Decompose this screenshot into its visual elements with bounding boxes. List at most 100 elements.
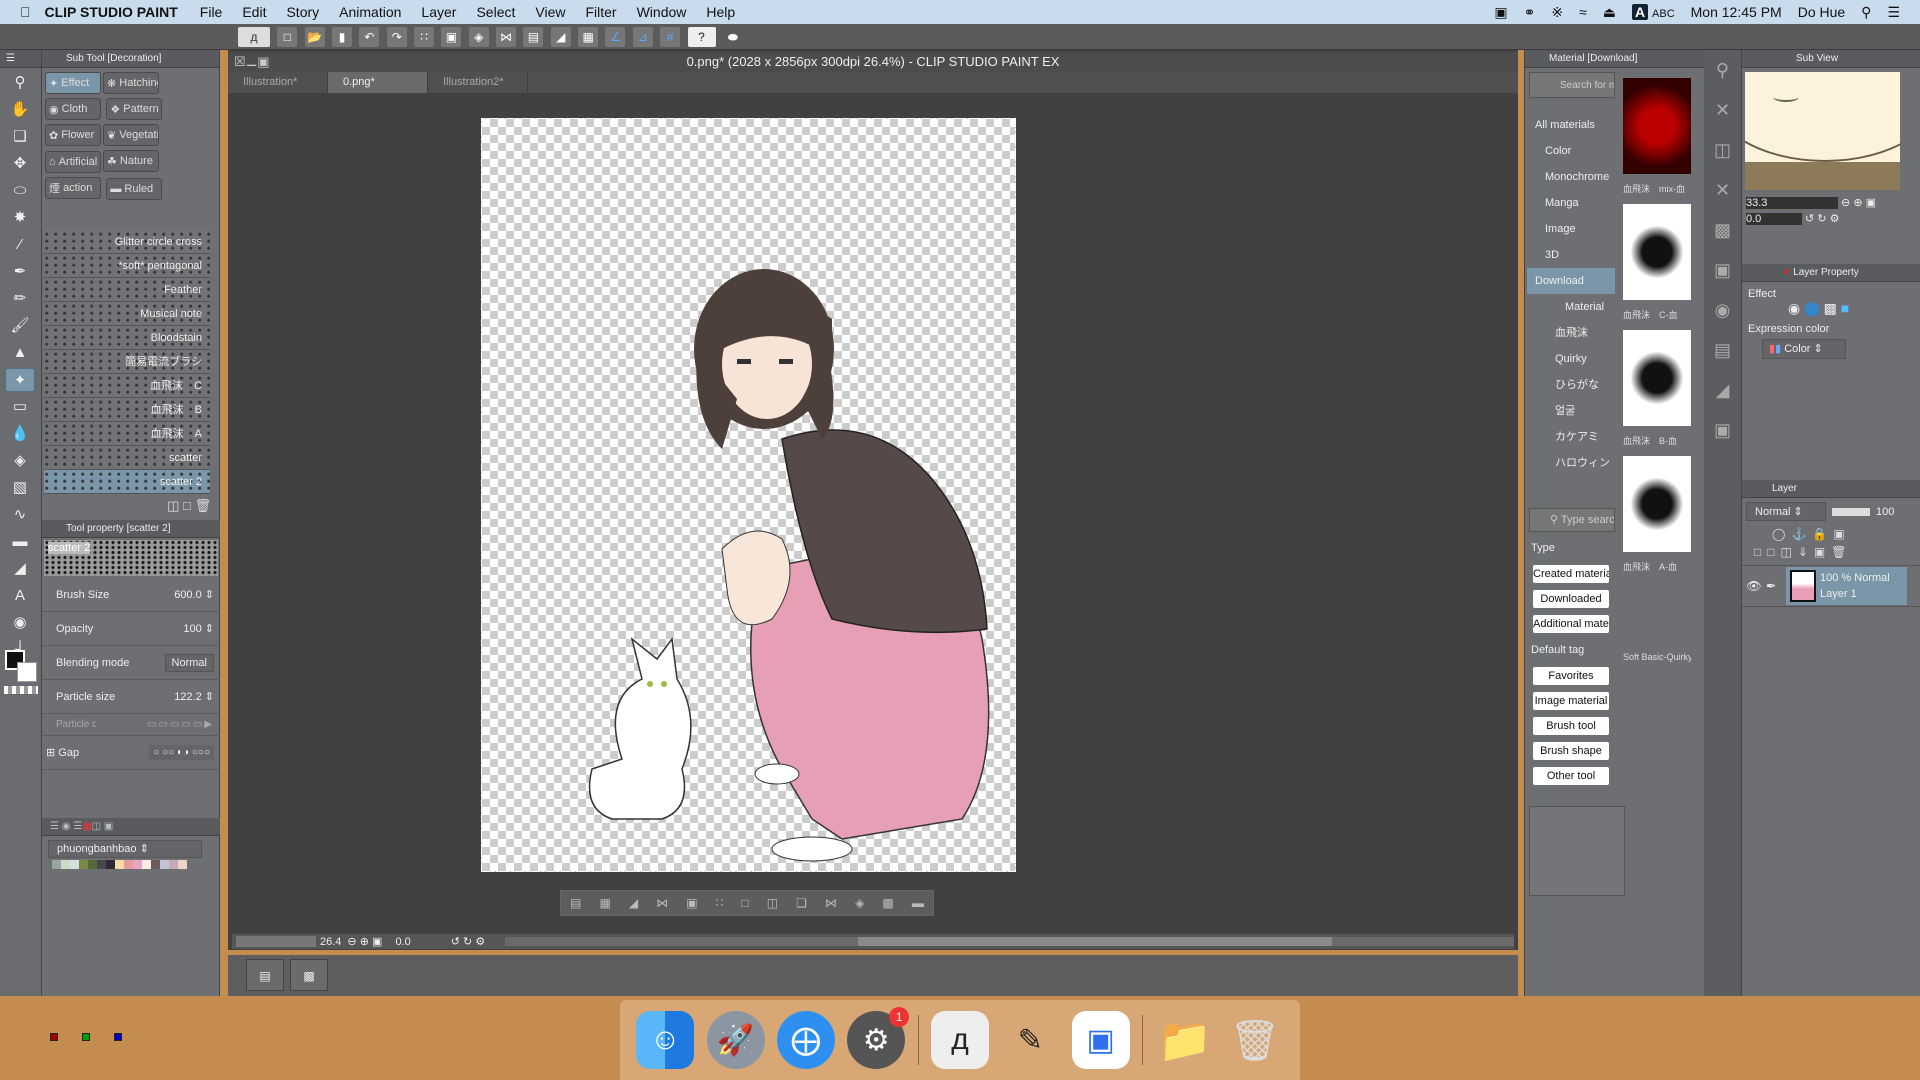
window-controls-icon[interactable]: ☒⚊▣ (234, 52, 270, 72)
blending-mode-select[interactable]: Normal (164, 653, 214, 672)
tag-button[interactable]: Downloaded (1533, 590, 1609, 608)
color-set-select[interactable]: phuongbanhbao ⇕ (48, 840, 202, 858)
expand-selection-icon[interactable]: ⋈ (656, 896, 668, 910)
material-item[interactable]: Soft Basic-Quirky (1623, 582, 1691, 672)
fill-tool-icon[interactable]: ◈ (5, 449, 35, 473)
gradient-tool-icon[interactable]: ▧ (5, 476, 35, 500)
transparent-color-swatch[interactable] (4, 686, 38, 694)
new-raster-layer-icon[interactable]: □ (1754, 545, 1767, 559)
material-tree-item[interactable]: 얼굴 (1527, 398, 1615, 424)
fill-icon[interactable]: ◈ (468, 27, 489, 47)
tone-icon[interactable]: ▩ (882, 896, 893, 910)
save-icon[interactable]: ▮ (332, 27, 353, 47)
notification-center-icon[interactable]: ☰ (1887, 4, 1900, 21)
tag-button[interactable]: Image material (1533, 692, 1609, 710)
brush-item[interactable]: Musical note (44, 302, 210, 326)
brush-item[interactable]: scatter (44, 446, 210, 470)
material-tree-item[interactable]: Material (1527, 294, 1615, 320)
brush-size-value[interactable]: 600.0 (174, 589, 202, 601)
color-swatch[interactable] (151, 860, 160, 869)
trash-icon[interactable]: 🗑 (1226, 1011, 1284, 1069)
visibility-eye-icon[interactable]: 👁 (1742, 579, 1766, 593)
menu-story[interactable]: Story (276, 4, 329, 20)
animation-cels-icon[interactable]: ▩ (290, 959, 328, 991)
fill-icon[interactable]: ◈ (855, 896, 864, 910)
zoom-value[interactable]: 26.4 (320, 936, 341, 948)
decoration-tool-icon[interactable]: ✦ (5, 368, 35, 392)
creative-cloud-icon[interactable]: ⚭ (1524, 4, 1536, 21)
invert-selection-icon[interactable]: ◢ (629, 896, 638, 910)
new-subtool-icon[interactable]: □ (183, 498, 191, 513)
brush-item[interactable]: 簡易電流ブラシ (44, 350, 210, 374)
basic-color-swatch[interactable] (82, 1033, 90, 1041)
camera-icon[interactable]: ▣ (1494, 4, 1507, 21)
material-tree-item[interactable]: 3D (1527, 242, 1615, 268)
sub-view-zoom[interactable]: 33.3 (1746, 197, 1838, 209)
rotate-right-icon[interactable]: ↻ (463, 935, 472, 948)
particle-size-value[interactable]: 122.2 (174, 691, 202, 703)
reference-icon[interactable]: ⚓ (1791, 527, 1812, 541)
material-tree-item[interactable]: Color (1527, 138, 1615, 164)
material-item[interactable]: 血飛沫 A-血 (1623, 456, 1691, 582)
tab-illustration[interactable]: Illustration* (228, 72, 328, 93)
clip-icon[interactable]: ◯ (1772, 527, 1791, 541)
fit-window-icon[interactable]: ▣ (372, 935, 382, 948)
tag-search[interactable]: ⚲ Type search... (1529, 508, 1615, 532)
color-swatch[interactable] (88, 860, 97, 869)
panel-icon[interactable]: ▤ (1704, 330, 1741, 370)
magic-wand-tool-icon[interactable]: ✸ (5, 206, 35, 230)
opacity-value[interactable]: 100 (183, 623, 201, 635)
new-folder-icon[interactable]: ◫ (1781, 545, 1798, 559)
hand-tool-icon[interactable]: ✋ (5, 98, 35, 122)
color-swatch[interactable] (124, 860, 133, 869)
app-menu[interactable]: CLIP STUDIO PAINT (41, 4, 190, 20)
show-selection-icon[interactable]: ▦ (578, 27, 599, 47)
effect-buttons[interactable]: ◉ ⬤ ▩ ■ (1788, 300, 1915, 317)
finder-icon[interactable]: ☺ (636, 1011, 695, 1069)
color-swatch[interactable] (52, 860, 61, 869)
menu-edit[interactable]: Edit (232, 4, 276, 20)
menu-layer[interactable]: Layer (411, 4, 466, 20)
material-tree-item[interactable]: 血飛沫 (1527, 320, 1615, 346)
selection-stamp-icon[interactable]: ∷ (716, 896, 724, 910)
pen-tool-icon[interactable]: ✒ (5, 260, 35, 284)
eyedropper-tool-icon[interactable]: ⁄ (5, 233, 35, 257)
material-item[interactable]: 血飛沫 C-血 (1623, 204, 1691, 330)
material-tree-item[interactable]: カケアミ (1527, 424, 1615, 450)
group-pattern[interactable]: ❖ Pattern (106, 98, 163, 120)
sub-color-swatch[interactable] (17, 662, 37, 682)
input-source[interactable]: A ABC (1632, 4, 1675, 20)
zoom-out-icon[interactable]: ⊖ (347, 935, 356, 948)
menu-file[interactable]: File (190, 4, 233, 20)
airbrush-tool-icon[interactable]: ▲ (5, 341, 35, 365)
menu-help[interactable]: Help (696, 4, 745, 20)
downloads-folder-icon[interactable]: 📁 (1155, 1011, 1213, 1069)
copy-paste-icon[interactable]: ❏ (796, 896, 807, 910)
fit-icon[interactable]: ▣ (441, 27, 462, 47)
shrink-selection-icon[interactable]: ▣ (686, 896, 697, 910)
panel-icon[interactable]: ▣ (1704, 250, 1741, 290)
brush-size-row[interactable]: Brush Size 600.0 ⇕ (42, 578, 220, 612)
color-swatch[interactable] (79, 860, 88, 869)
material-tree-item[interactable]: Quirky (1527, 346, 1615, 372)
zoom-slider[interactable] (236, 936, 316, 947)
system-preferences-icon[interactable]: ⚙ 1 (847, 1007, 910, 1069)
group-action[interactable]: 煙 action (45, 176, 101, 199)
color-swatch[interactable] (169, 860, 178, 869)
tag-button[interactable]: Additional material (1533, 615, 1609, 633)
tag-button[interactable]: Brush shape (1533, 742, 1609, 760)
material-tree-item[interactable]: Image (1527, 216, 1615, 242)
transform-icon[interactable]: ⋈ (825, 896, 837, 910)
open-icon[interactable]: 📂 (304, 27, 325, 47)
grid-snap-icon[interactable]: # (660, 27, 681, 47)
blending-mode-row[interactable]: Blending mode Normal (42, 646, 220, 680)
select-all-icon[interactable]: ▦ (599, 896, 610, 910)
color-swatch[interactable] (142, 860, 151, 869)
clip-studio-paint-icon[interactable]: ✎ (1001, 1011, 1059, 1069)
frame-tool-icon[interactable]: ▬ (5, 530, 35, 554)
zoom-in-icon[interactable]: ⊕ (360, 935, 369, 948)
gap-row[interactable]: ⊞ Gap ○ ○○ ◐◑ ○○○ (42, 736, 220, 770)
rotation-value[interactable]: 0.0 (395, 936, 410, 948)
panel-icon[interactable]: ▩ (1704, 210, 1741, 250)
comment-icon[interactable]: ⬬ (723, 27, 743, 47)
